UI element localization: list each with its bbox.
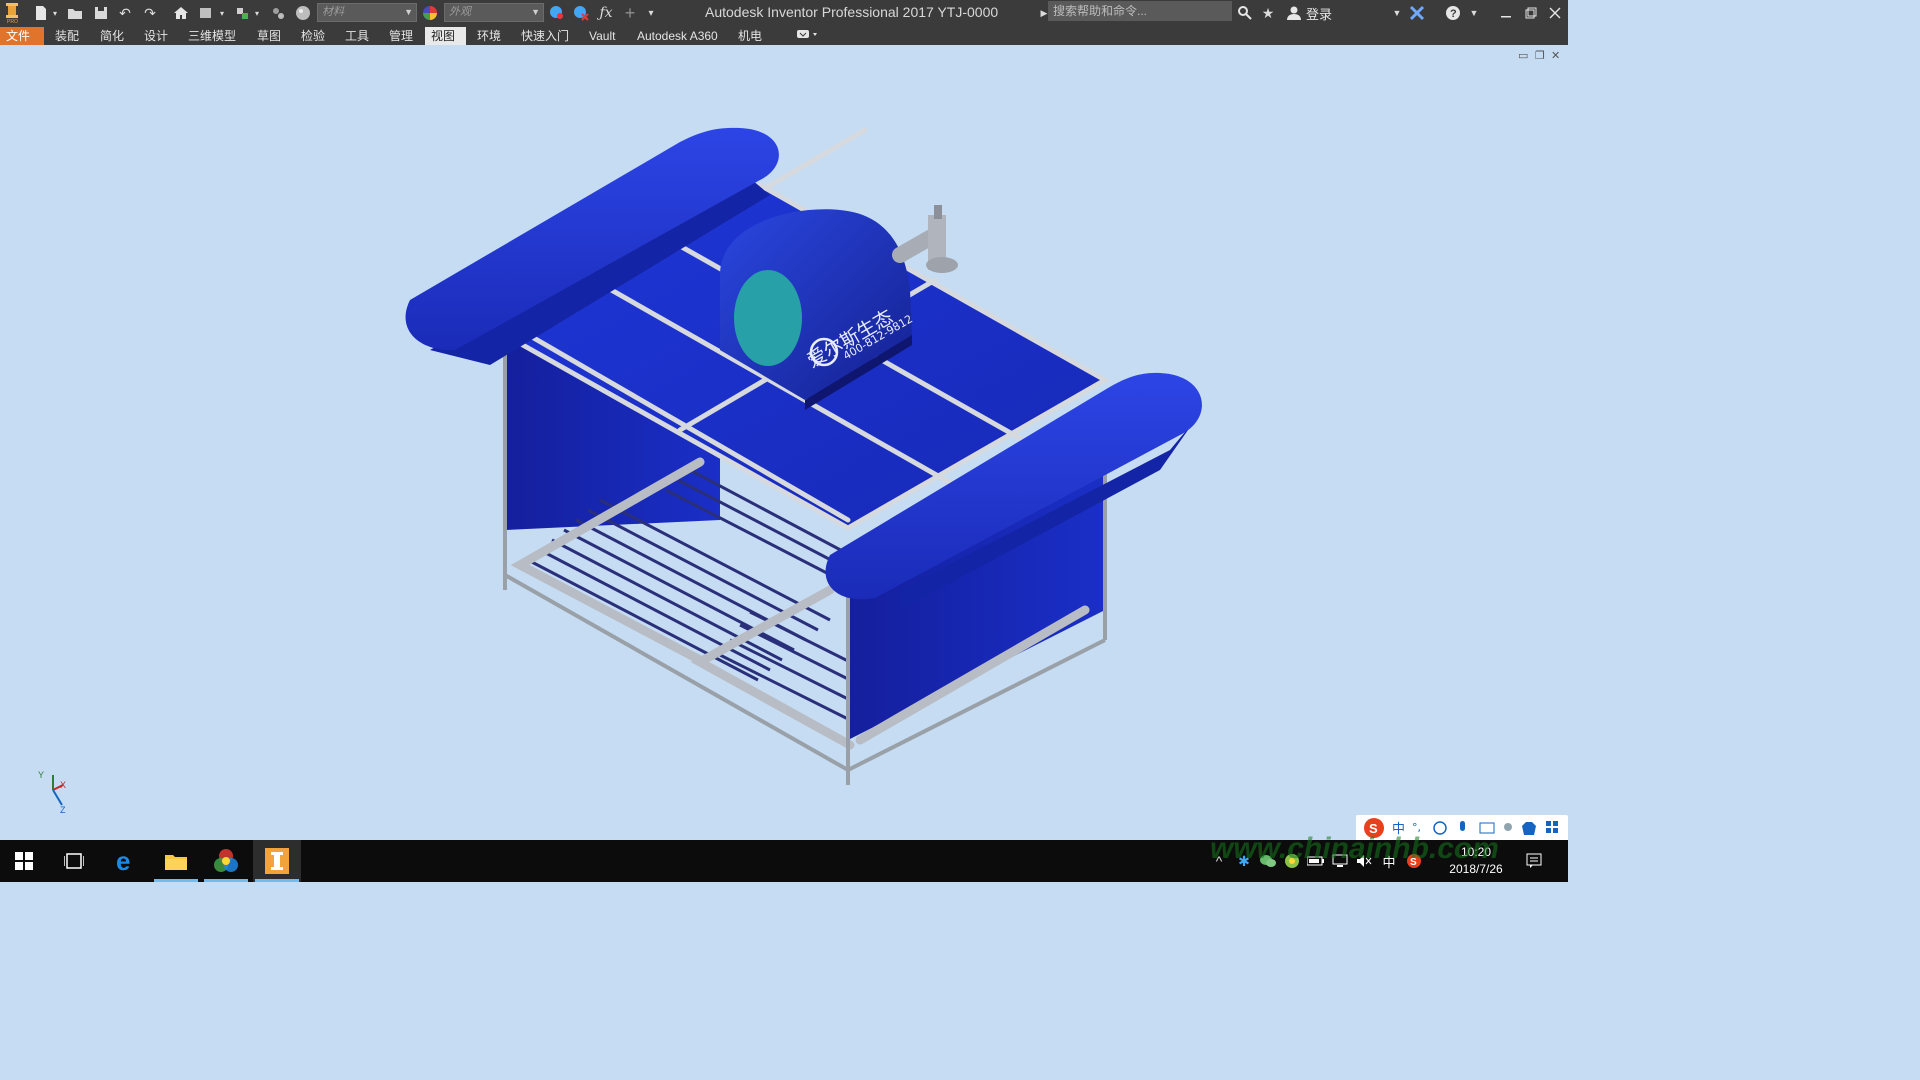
tab-get-started[interactable]: 快速入门 [515,27,575,45]
tab-inspect[interactable]: 检验 [295,27,331,45]
redo-icon[interactable]: ↷ [141,4,159,22]
appearance-icon[interactable] [421,4,439,22]
close-icon[interactable] [1546,4,1564,22]
login-label[interactable]: 登录 [1306,4,1332,23]
adjust-appearance-icon[interactable] [548,4,566,22]
fan-housing [734,270,802,366]
edge-browser-icon[interactable]: e [102,840,150,882]
appearance-dropdown[interactable]: 外观 ▼ [444,3,544,22]
tab-design[interactable]: 设计 [138,27,174,45]
task-view-icon[interactable] [50,840,98,882]
login-dropdown-icon[interactable]: ▼ [1388,4,1406,22]
tab-autodesk-a360[interactable]: Autodesk A360 [631,27,724,45]
customize-dropdown-icon[interactable]: ▾ [642,4,660,22]
user-icon[interactable] [1285,4,1303,22]
ribbon-toggle-icon [797,30,817,38]
axis-x-label: X [60,780,66,790]
minimize-icon[interactable] [1497,4,1515,22]
file-explorer-icon[interactable] [152,840,200,882]
action-center-icon[interactable] [1525,852,1543,870]
select-dropdown-icon[interactable]: ▾ [252,4,262,22]
tab-simplify[interactable]: 简化 [94,27,130,45]
open-folder-icon[interactable] [66,4,84,22]
model-canvas[interactable]: 爱尔斯生态 400-812-9812 Y X Z [0,45,1568,840]
adjust-icon[interactable] [269,4,287,22]
material-dropdown[interactable]: 材料 ▼ [317,3,417,22]
svg-text:?: ? [1450,8,1457,20]
update-icon[interactable] [197,4,215,22]
undo-icon[interactable]: ↶ [116,4,134,22]
tab-assemble[interactable]: 装配 [49,27,85,45]
window-title: Autodesk Inventor Professional 2017 YTJ-… [705,4,999,20]
favorites-star-icon[interactable]: ★ [1259,4,1277,22]
color-app-icon[interactable] [202,840,250,882]
title-bar: PRO ▾ ↶ ↷ ▾ ▾ 材料▼ 外观▼ ƒx + ▾ Autodesk [0,0,1568,26]
tab-environments[interactable]: 环境 [471,27,507,45]
tab-sketch[interactable]: 草图 [251,27,287,45]
axis-triad: Y X Z [38,770,66,815]
axis-z-label: Z [60,805,66,815]
watermark-text: www.chinainhb.com [1210,832,1499,865]
help-icon[interactable]: ? [1444,4,1462,22]
tab-manage[interactable]: 管理 [383,27,419,45]
appearance-dropdown-arrow-icon: ▼ [531,7,540,17]
new-file-icon[interactable] [32,4,50,22]
save-icon[interactable] [92,4,110,22]
inventor-logo-icon[interactable]: PRO [4,2,20,25]
svg-text:e: e [116,849,130,873]
new-dropdown-icon[interactable]: ▾ [50,4,60,22]
material-dropdown-arrow-icon: ▼ [404,7,413,17]
tab-electromechanical[interactable]: 机电 [732,27,768,45]
add-icon[interactable]: + [621,3,639,23]
search-input[interactable]: 搜索帮助和命令... [1048,1,1232,21]
tab-view[interactable]: 视图 [425,27,466,45]
home-icon[interactable] [172,4,190,22]
search-go-icon[interactable] [1236,4,1254,22]
motor-shaft [892,205,958,273]
select-icon[interactable] [233,4,251,22]
material-sphere-icon[interactable] [294,4,312,22]
svg-text:PRO: PRO [7,19,18,24]
clear-appearance-icon[interactable] [572,4,590,22]
tab-tools[interactable]: 工具 [339,27,375,45]
inventor-taskbar-icon[interactable] [253,840,301,882]
tab-3d-model[interactable]: 三维模型 [182,27,242,45]
ribbon-tab-bar: 文件 装配 简化 设计 三维模型 草图 检验 工具 管理 视图 环境 快速入门 … [0,26,1568,45]
start-windows-icon[interactable] [0,840,48,882]
help-dropdown-icon[interactable]: ▼ [1465,4,1483,22]
exchange-apps-icon[interactable] [1408,4,1426,22]
ribbon-display-toggle[interactable] [789,27,825,45]
update-dropdown-icon[interactable]: ▾ [217,4,227,22]
tab-file[interactable]: 文件 [0,27,44,45]
restore-icon[interactable] [1522,4,1540,22]
tab-vault[interactable]: Vault [583,27,621,45]
parameters-fx-icon[interactable]: ƒx [597,4,615,22]
graphics-viewport[interactable]: ▭ ❐ ✕ 爱尔斯生态 400-812-9812 Y X Z [0,45,1568,840]
axis-y-label: Y [38,770,44,780]
